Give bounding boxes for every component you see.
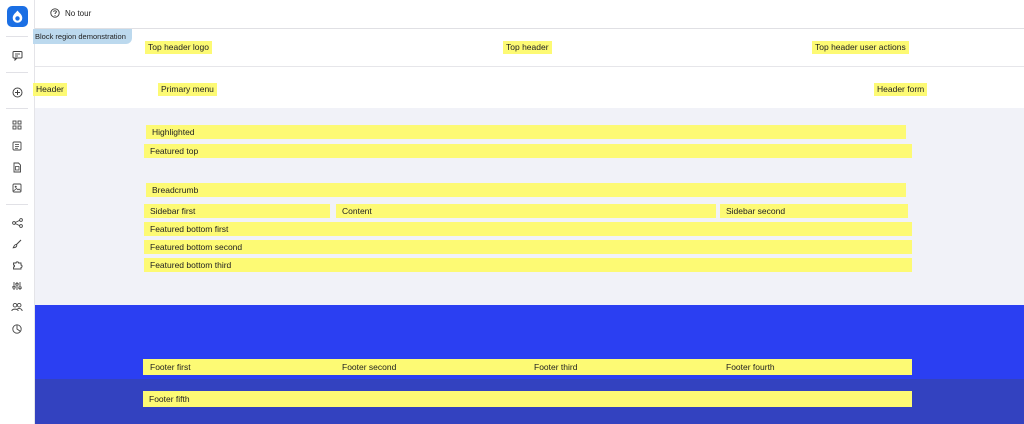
media-icon[interactable] <box>8 181 26 195</box>
main-row: Highlighted Featured top Breadcrumb Side… <box>35 108 1024 305</box>
structure-icon[interactable] <box>8 216 26 230</box>
appearance-icon[interactable] <box>8 237 26 251</box>
footer-columns: Footer first Footer second Footer third … <box>143 359 912 375</box>
sidebar-divider <box>6 108 28 109</box>
footer-bottom-row: Footer fifth <box>35 379 1024 424</box>
region-header: Header <box>33 83 67 96</box>
region-primary-menu: Primary menu <box>158 83 217 96</box>
region-sidebar-second: Sidebar second <box>720 204 908 218</box>
region-sidebar-first: Sidebar first <box>144 204 330 218</box>
tour-label: No tour <box>65 8 92 18</box>
top-toolbar: No tour <box>35 0 1024 29</box>
top-header-row: Top header logo Top header Top header us… <box>35 29 1024 67</box>
add-icon[interactable] <box>8 85 26 99</box>
dashboard-icon[interactable] <box>8 118 26 132</box>
region-header-form: Header form <box>874 83 928 96</box>
sidebar-divider <box>6 36 28 37</box>
extend-icon[interactable] <box>8 258 26 272</box>
sidebar-divider <box>6 204 28 205</box>
region-footer-fourth: Footer fourth <box>726 362 775 372</box>
files-icon[interactable] <box>8 160 26 174</box>
region-featured-bottom-first: Featured bottom first <box>144 222 912 236</box>
content-icon[interactable] <box>8 139 26 153</box>
region-footer-third: Footer third <box>534 362 578 372</box>
region-featured-top: Featured top <box>144 144 912 158</box>
region-footer-second: Footer second <box>342 362 397 372</box>
drupal-logo-icon[interactable] <box>7 6 28 27</box>
region-featured-bottom-third: Featured bottom third <box>144 258 912 272</box>
region-footer-first: Footer first <box>150 362 191 372</box>
header-row: Header Primary menu Header form <box>33 67 1024 108</box>
reports-icon[interactable] <box>8 322 26 336</box>
region-featured-bottom-second: Featured bottom second <box>144 240 912 254</box>
region-top-header-logo: Top header logo <box>145 41 212 54</box>
block-region-demo: Top header logo Top header Top header us… <box>33 29 1024 424</box>
region-top-header-user-actions: Top header user actions <box>812 41 909 54</box>
region-footer-fifth: Footer fifth <box>143 391 912 407</box>
region-breadcrumb: Breadcrumb <box>146 183 906 197</box>
configuration-icon[interactable] <box>8 279 26 293</box>
announcements-icon[interactable] <box>8 48 26 62</box>
people-icon[interactable] <box>8 300 26 314</box>
tour-button[interactable]: No tour <box>50 8 91 18</box>
demo-badge[interactable]: Block region demonstration <box>33 29 132 44</box>
footer-row: Footer first Footer second Footer third … <box>35 305 1024 379</box>
sidebar-divider <box>6 72 28 73</box>
region-highlighted: Highlighted <box>146 125 906 139</box>
region-top-header: Top header <box>503 41 552 54</box>
region-content: Content <box>336 204 716 218</box>
help-icon <box>50 8 60 18</box>
admin-sidebar <box>0 0 35 424</box>
